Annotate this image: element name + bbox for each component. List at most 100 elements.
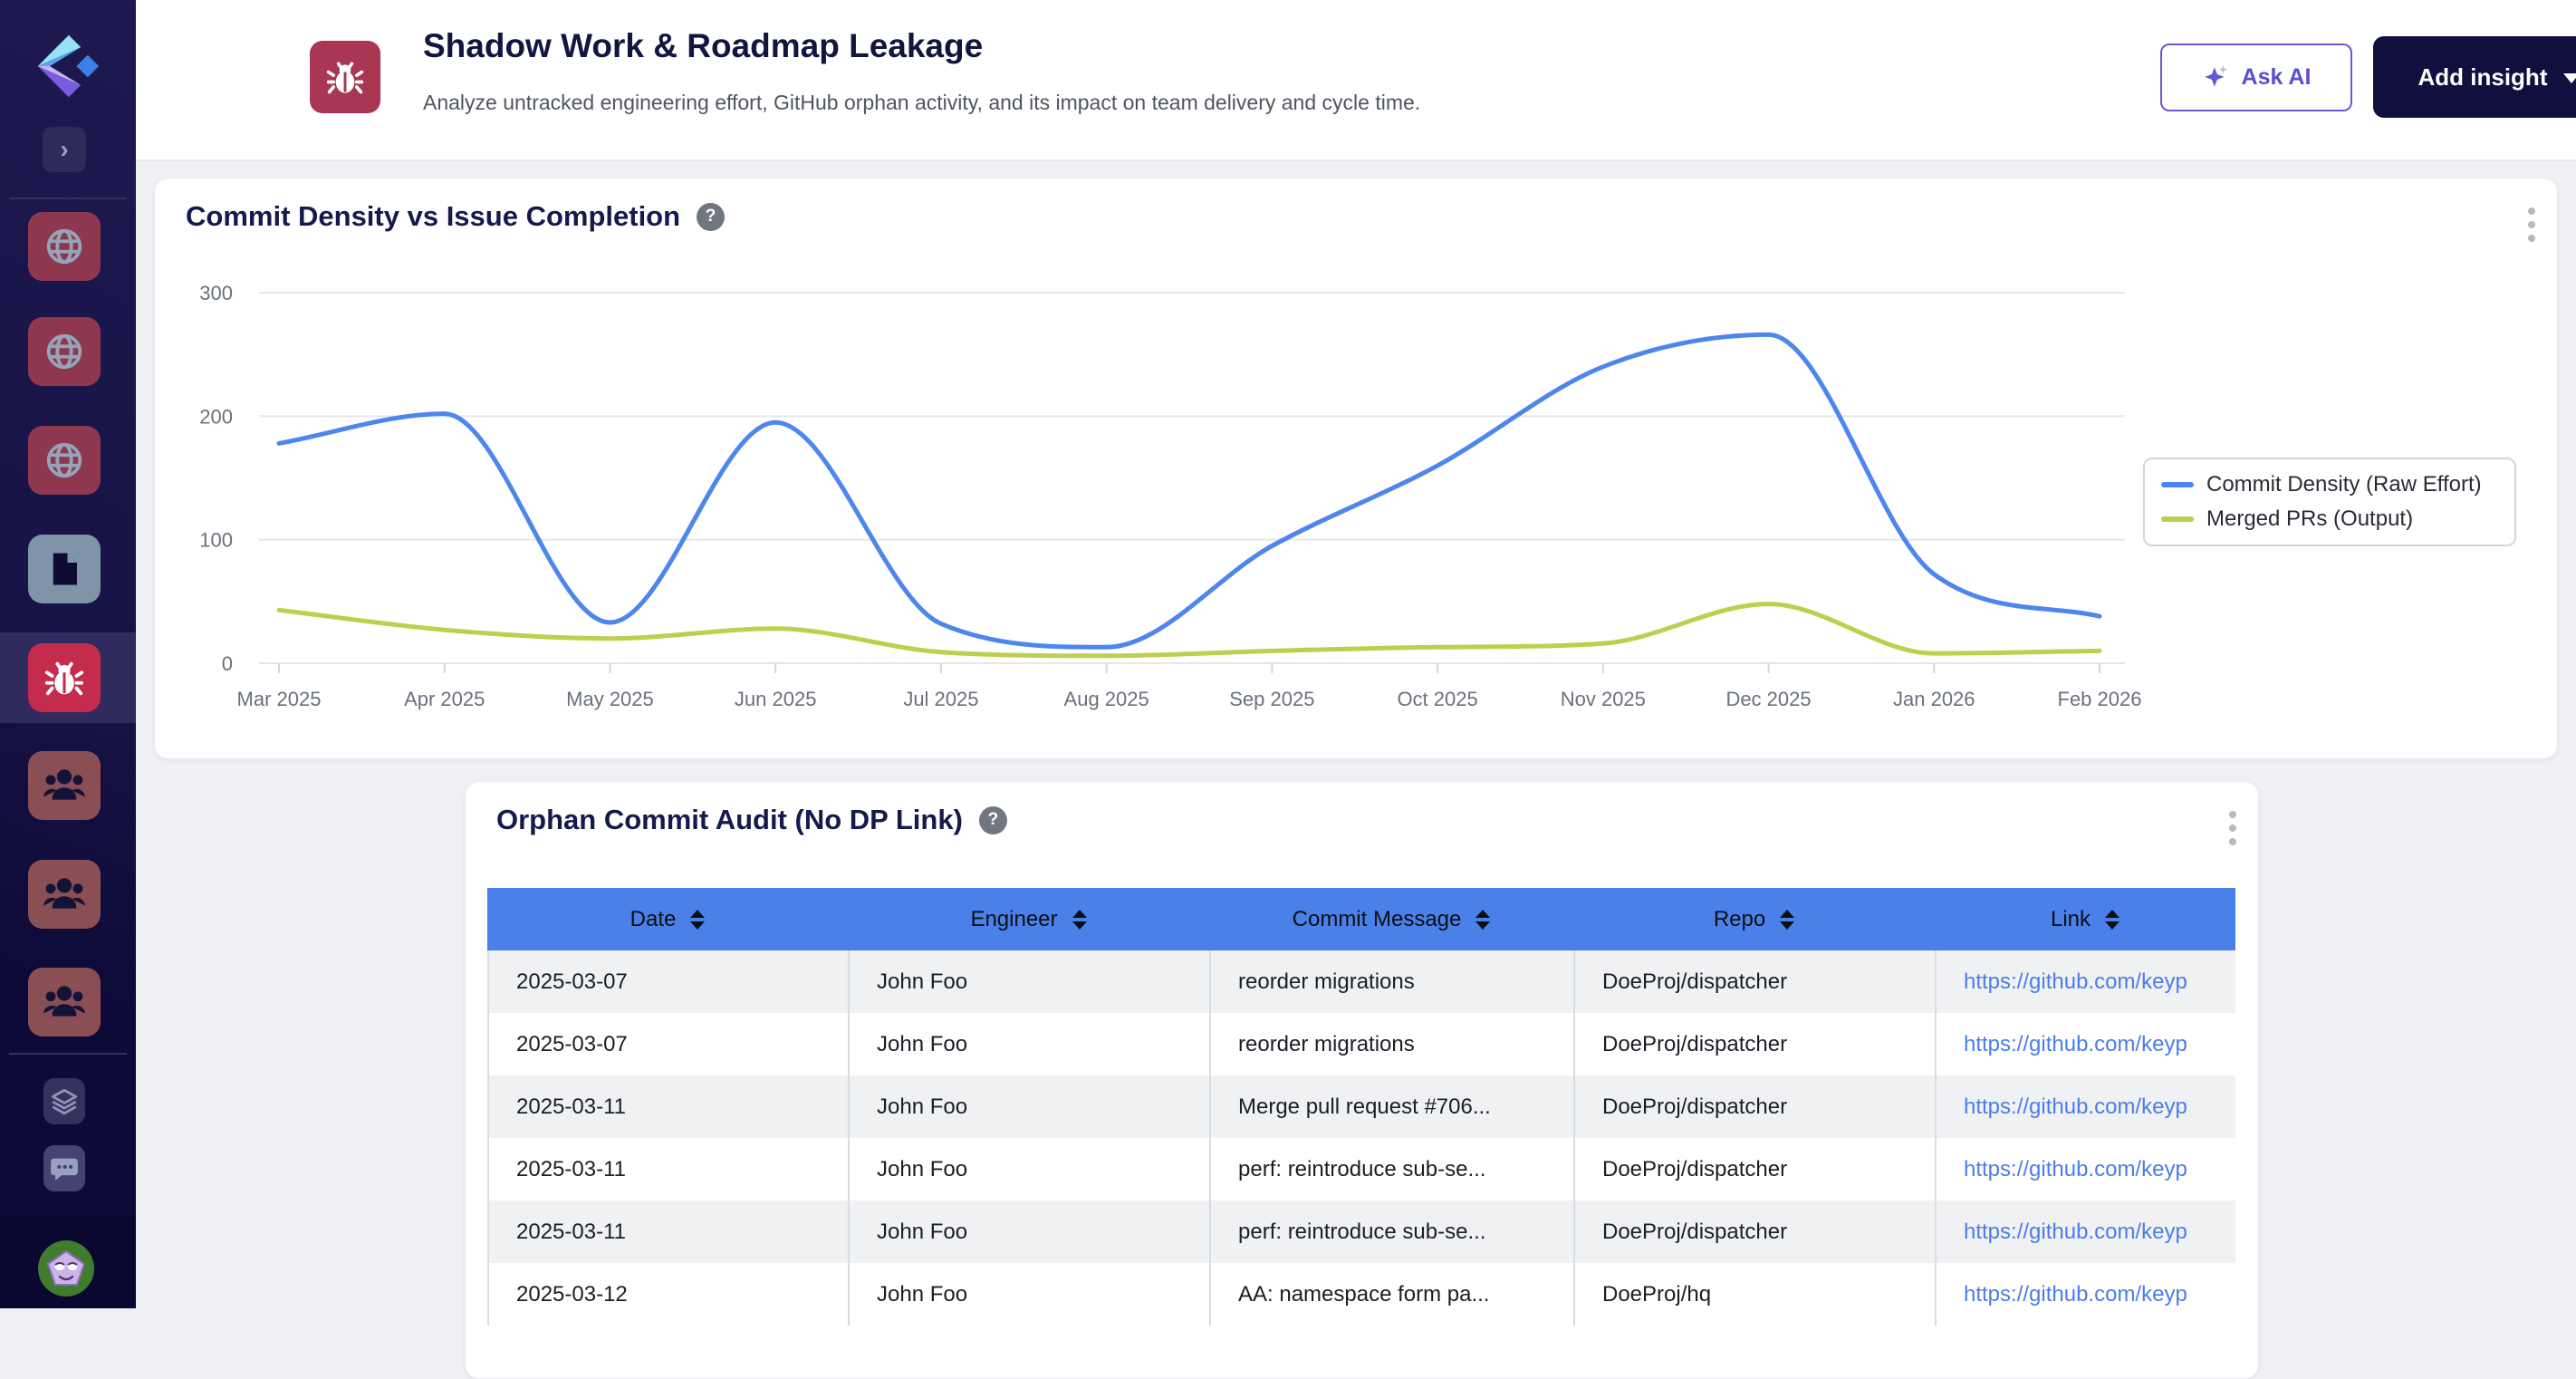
column-header-link[interactable]: Link — [1935, 888, 2235, 950]
legend-item: Commit Density (Raw Effort) — [2161, 472, 2498, 497]
layers-icon — [49, 1086, 80, 1117]
commit-link[interactable]: https://github.com/keyp — [1937, 1201, 2237, 1263]
column-label: Commit Message — [1293, 907, 1462, 932]
commit-link[interactable]: https://github.com/keyp — [1937, 950, 2237, 1013]
sidebar-item-team-2[interactable] — [28, 860, 101, 929]
series-merged-prs-output- — [279, 604, 2100, 656]
column-header-repo[interactable]: Repo — [1573, 888, 1935, 950]
sidebar-item-team-3[interactable] — [28, 968, 101, 1037]
sort-icon[interactable] — [1475, 910, 1490, 930]
svg-text:Mar 2025: Mar 2025 — [237, 688, 322, 710]
ask-ai-label: Ask AI — [2242, 64, 2312, 91]
sort-icon[interactable] — [1072, 910, 1087, 930]
orphan-commit-audit-card: Orphan Commit Audit (No DP Link) ? Date E… — [465, 781, 2259, 1379]
commit-link[interactable]: https://github.com/keyp — [1937, 1263, 2237, 1326]
sort-icon[interactable] — [1780, 910, 1794, 930]
table-cell: perf: reintroduce sub-se... — [1211, 1201, 1575, 1263]
table-cell: John Foo — [850, 1263, 1211, 1326]
app-logo-icon[interactable] — [33, 33, 101, 100]
commit-link[interactable]: https://github.com/keyp — [1937, 1075, 2237, 1138]
svg-text:Jul 2025: Jul 2025 — [903, 688, 978, 710]
bug-icon — [43, 657, 85, 699]
sort-icon[interactable] — [690, 910, 705, 930]
sidebar-item-dashboard-3[interactable] — [28, 426, 101, 495]
legend-swatch-green — [2161, 516, 2194, 522]
sidebar-item-layers[interactable] — [43, 1078, 85, 1124]
table-cell: John Foo — [850, 950, 1211, 1013]
sidebar-item-document[interactable] — [28, 535, 101, 603]
svg-text:Aug 2025: Aug 2025 — [1064, 688, 1149, 710]
chat-icon — [49, 1153, 80, 1184]
table-cell: DoeProj/dispatcher — [1575, 1013, 1937, 1075]
table-cell: DoeProj/dispatcher — [1575, 1201, 1937, 1263]
sort-icon[interactable] — [2105, 910, 2119, 930]
column-header-date[interactable]: Date — [487, 888, 848, 950]
column-label: Repo — [1714, 907, 1765, 932]
table-row: 2025-03-07John Fooreorder migrationsDoeP… — [487, 950, 2235, 1013]
page-bug-icon — [310, 41, 380, 113]
table-cell: John Foo — [850, 1201, 1211, 1263]
table-row: 2025-03-12John FooAA: namespace form pa.… — [487, 1263, 2235, 1326]
commit-link[interactable]: https://github.com/keyp — [1937, 1013, 2237, 1075]
sidebar-item-dashboard-1[interactable] — [28, 212, 101, 281]
sidebar-expand-button[interactable]: › — [43, 127, 86, 172]
sparkle-icon — [2202, 63, 2231, 92]
table-row: 2025-03-11John Fooperf: reintroduce sub-… — [487, 1201, 2235, 1263]
table-body: 2025-03-07John Fooreorder migrationsDoeP… — [487, 950, 2235, 1326]
svg-text:May 2025: May 2025 — [566, 688, 654, 710]
table-cell: John Foo — [850, 1013, 1211, 1075]
help-icon[interactable]: ? — [979, 806, 1007, 834]
page-title: Shadow Work & Roadmap Leakage — [423, 27, 983, 65]
table-row: 2025-03-11John Fooperf: reintroduce sub-… — [487, 1138, 2235, 1201]
svg-text:Apr 2025: Apr 2025 — [404, 688, 485, 710]
svg-text:0: 0 — [222, 652, 233, 675]
svg-text:Sep 2025: Sep 2025 — [1229, 688, 1314, 710]
sidebar-item-dashboard-2[interactable] — [28, 317, 101, 386]
user-avatar[interactable] — [37, 1239, 95, 1297]
svg-text:Nov 2025: Nov 2025 — [1561, 688, 1646, 710]
sidebar-item-shadow-work-active[interactable] — [28, 643, 101, 712]
add-insight-button[interactable]: Add insight — [2373, 36, 2576, 118]
column-header-engineer[interactable]: Engineer — [848, 888, 1209, 950]
globe-icon — [43, 331, 85, 372]
table-cell: AA: namespace form pa... — [1211, 1263, 1575, 1326]
ask-ai-button[interactable]: Ask AI — [2160, 43, 2352, 111]
globe-icon — [43, 226, 85, 267]
table-cell: DoeProj/dispatcher — [1575, 1138, 1937, 1201]
svg-text:Feb 2026: Feb 2026 — [2058, 688, 2142, 710]
people-icon — [42, 872, 87, 917]
table-cell: 2025-03-11 — [489, 1201, 850, 1263]
legend-swatch-blue — [2161, 482, 2194, 487]
bug-icon — [325, 57, 365, 97]
table-cell: John Foo — [850, 1075, 1211, 1138]
table-cell: DoeProj/dispatcher — [1575, 1075, 1937, 1138]
table-cell: DoeProj/hq — [1575, 1263, 1937, 1326]
table-cell: 2025-03-07 — [489, 950, 850, 1013]
sidebar-divider — [9, 1053, 127, 1055]
legend-item: Merged PRs (Output) — [2161, 506, 2498, 532]
table-cell: reorder migrations — [1211, 1013, 1575, 1075]
people-icon — [42, 979, 87, 1025]
table-title: Orphan Commit Audit (No DP Link) — [496, 804, 963, 836]
svg-text:300: 300 — [199, 282, 233, 304]
chevron-down-icon — [2563, 73, 2576, 83]
column-label: Link — [2051, 907, 2091, 932]
table-cell: 2025-03-11 — [489, 1075, 850, 1138]
svg-text:200: 200 — [199, 405, 233, 428]
add-insight-label: Add insight — [2418, 63, 2548, 92]
column-header-commit-message[interactable]: Commit Message — [1209, 888, 1573, 950]
chart-legend: Commit Density (Raw Effort) Merged PRs (… — [2143, 458, 2516, 546]
table-cell: 2025-03-07 — [489, 1013, 850, 1075]
page-header: Shadow Work & Roadmap Leakage Analyze un… — [136, 0, 2576, 161]
table-kebab-menu[interactable] — [2229, 811, 2236, 845]
column-label: Date — [630, 907, 677, 932]
commit-link[interactable]: https://github.com/keyp — [1937, 1138, 2237, 1201]
page-subtitle: Analyze untracked engineering effort, Gi… — [423, 91, 1420, 115]
sidebar-item-chat[interactable] — [43, 1145, 85, 1191]
column-label: Engineer — [970, 907, 1057, 932]
document-icon — [45, 550, 83, 588]
table-header-row: Date Engineer Commit Message Repo Link — [487, 888, 2235, 950]
sidebar-item-team-1[interactable] — [28, 751, 101, 820]
svg-text:Dec 2025: Dec 2025 — [1725, 688, 1811, 710]
table-cell: John Foo — [850, 1138, 1211, 1201]
